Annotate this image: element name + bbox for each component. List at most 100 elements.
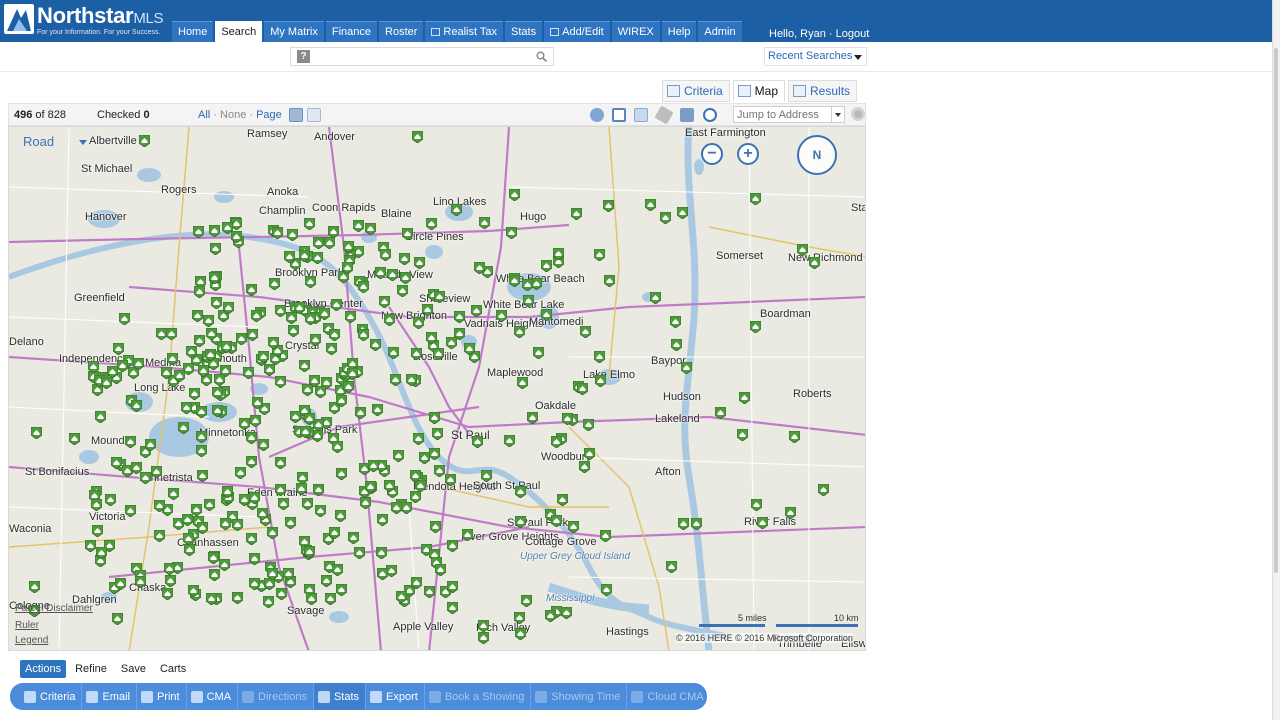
listing-pin[interactable] <box>401 228 413 240</box>
listing-pin[interactable] <box>737 429 748 441</box>
listing-pin[interactable] <box>299 425 311 438</box>
listing-pin[interactable] <box>96 547 108 560</box>
listing-map[interactable]: Albertville Ramsey Andover St Michael Rogers… <box>8 126 866 651</box>
listing-pin[interactable] <box>221 340 233 353</box>
nav-search[interactable]: Search <box>215 21 263 42</box>
listing-pin[interactable] <box>368 459 380 472</box>
listing-pin[interactable] <box>94 410 106 423</box>
listing-pin[interactable] <box>231 591 243 604</box>
listing-pin[interactable] <box>125 436 137 449</box>
listing-pin[interactable] <box>515 627 527 640</box>
listing-pin[interactable] <box>246 329 258 342</box>
listing-pin[interactable] <box>242 366 254 379</box>
listing-pin[interactable] <box>789 431 800 443</box>
listing-pin[interactable] <box>583 419 595 432</box>
listing-pin[interactable] <box>220 518 232 531</box>
action-tab-carts[interactable]: Carts <box>155 660 191 678</box>
listing-pin[interactable] <box>31 427 42 439</box>
listing-pin[interactable] <box>433 348 445 361</box>
tab-map[interactable]: Map <box>732 80 786 102</box>
listing-pin[interactable] <box>691 518 702 530</box>
print-button[interactable]: Print <box>137 683 187 710</box>
listing-pin[interactable] <box>246 532 258 545</box>
listing-pin[interactable] <box>527 411 538 424</box>
listing-pin[interactable] <box>432 427 444 440</box>
polygon-search-icon[interactable] <box>634 108 648 122</box>
nav-finance[interactable]: Finance <box>325 21 378 42</box>
listing-pin[interactable] <box>447 602 459 615</box>
listing-pin[interactable] <box>399 272 411 285</box>
listing-pin[interactable] <box>249 577 261 590</box>
listing-pin[interactable] <box>165 327 177 340</box>
listing-pin[interactable] <box>671 339 682 351</box>
listing-pin[interactable] <box>401 502 413 515</box>
listing-pin[interactable] <box>413 317 425 330</box>
listing-pin[interactable] <box>650 292 661 304</box>
listing-pin[interactable] <box>301 497 313 510</box>
legend-link[interactable]: Legend <box>15 635 48 646</box>
tab-criteria[interactable]: Criteria <box>662 80 730 102</box>
listing-pin[interactable] <box>571 207 583 220</box>
listing-pin[interactable] <box>391 502 403 515</box>
listing-pin[interactable] <box>809 257 820 269</box>
listing-pin[interactable] <box>478 631 490 644</box>
listing-pin[interactable] <box>153 529 165 542</box>
help-icon[interactable]: ? <box>297 50 310 63</box>
listing-pin[interactable] <box>377 568 389 581</box>
listing-pin[interactable] <box>219 558 231 571</box>
listing-pin[interactable] <box>670 316 681 328</box>
listing-pin[interactable] <box>166 352 178 365</box>
listing-pin[interactable] <box>192 225 204 238</box>
listing-pin[interactable] <box>205 349 217 362</box>
listing-pin[interactable] <box>495 309 507 322</box>
eraser-icon[interactable] <box>654 105 674 125</box>
locate-icon[interactable] <box>703 108 717 122</box>
print-map-icon[interactable] <box>680 108 694 122</box>
listing-pin[interactable] <box>412 131 423 143</box>
listing-pin[interactable] <box>389 373 401 386</box>
listing-pin[interactable] <box>267 527 279 540</box>
gear-icon[interactable] <box>851 107 865 121</box>
listing-pin[interactable] <box>677 207 688 219</box>
listing-pin[interactable] <box>750 193 761 205</box>
listing-pin[interactable] <box>119 313 130 325</box>
listing-pin[interactable] <box>396 284 408 297</box>
listing-pin[interactable] <box>541 308 553 321</box>
listing-pin[interactable] <box>447 581 459 594</box>
listing-pin[interactable] <box>419 452 431 465</box>
listing-pin[interactable] <box>342 380 354 393</box>
listing-pin[interactable] <box>165 575 177 588</box>
listing-pin[interactable] <box>154 500 166 513</box>
nav-home[interactable]: Home <box>172 21 214 42</box>
listing-pin[interactable] <box>117 360 129 373</box>
listing-pin[interactable] <box>114 578 126 591</box>
listing-pin[interactable] <box>209 224 221 237</box>
export-button[interactable]: Export <box>366 683 425 710</box>
listing-pin[interactable] <box>426 217 438 230</box>
listing-pin[interactable] <box>303 218 315 231</box>
listing-pin[interactable] <box>234 466 246 479</box>
listing-pin[interactable] <box>561 413 573 426</box>
listing-pin[interactable] <box>305 593 317 606</box>
listing-pin[interactable] <box>580 325 592 338</box>
listing-pin[interactable] <box>750 321 761 333</box>
listing-pin[interactable] <box>249 415 261 428</box>
listing-pin[interactable] <box>352 219 364 232</box>
email-button[interactable]: Email <box>82 683 137 710</box>
listing-pin[interactable] <box>757 517 768 529</box>
listing-pin[interactable] <box>196 405 208 418</box>
listing-pin[interactable] <box>473 262 485 275</box>
listing-pin[interactable] <box>284 517 296 530</box>
nav-add-edit[interactable]: Add/Edit <box>544 21 610 42</box>
nav-roster[interactable]: Roster <box>379 21 424 42</box>
listing-pin[interactable] <box>314 385 326 398</box>
listing-pin[interactable] <box>540 259 552 272</box>
listing-pin[interactable] <box>246 455 258 468</box>
listing-pin[interactable] <box>309 334 321 347</box>
listing-pin[interactable] <box>182 513 194 526</box>
listing-pin[interactable] <box>197 470 209 483</box>
listing-pin[interactable] <box>451 203 463 216</box>
listing-pin[interactable] <box>584 447 596 460</box>
listing-pin[interactable] <box>315 505 327 518</box>
listing-pin[interactable] <box>600 583 612 596</box>
